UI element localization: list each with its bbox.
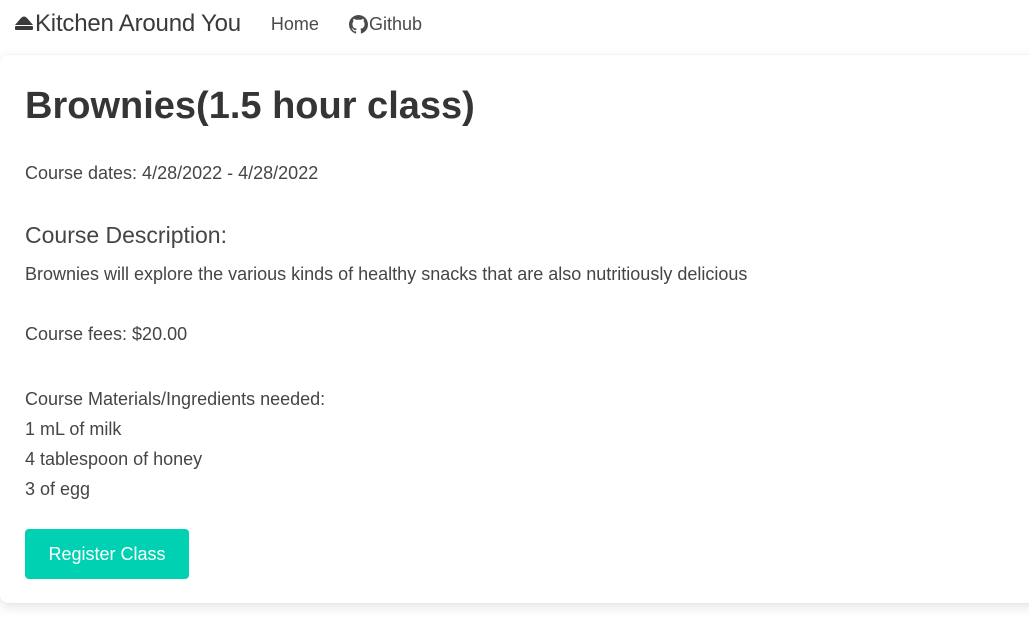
- material-item: 4 tablespoon of honey: [25, 449, 203, 469]
- course-dates: Course dates: 4/28/2022 - 4/28/2022: [25, 163, 319, 183]
- course-fees: Course fees: $20.00: [25, 324, 188, 344]
- course-description: Brownies will explore the various kinds …: [25, 264, 748, 284]
- course-title: Brownies(1.5 hour class): [25, 85, 475, 127]
- brand-link[interactable]: Kitchen Around You: [14, 10, 241, 38]
- register-class-button[interactable]: Register Class: [25, 529, 189, 579]
- material-item: 1 mL of milk: [25, 419, 122, 439]
- material-item: 3 of egg: [25, 479, 91, 499]
- description-heading: Course Description:: [25, 222, 227, 248]
- materials-heading: Course Materials/Ingredients needed:: [25, 389, 326, 409]
- nav-home[interactable]: Home: [271, 14, 319, 35]
- nav-github-label: Github: [368, 13, 422, 34]
- navbar: Kitchen Around You Home Github: [0, 0, 1029, 48]
- github-icon: [348, 14, 368, 34]
- brand-label: Kitchen Around You: [35, 10, 241, 37]
- nav-home-label: Home: [270, 13, 319, 34]
- nav-github[interactable]: Github: [348, 13, 422, 35]
- materials-section: Course Materials/Ingredients needed: 1 m…: [25, 384, 325, 504]
- hat-icon: [14, 15, 34, 31]
